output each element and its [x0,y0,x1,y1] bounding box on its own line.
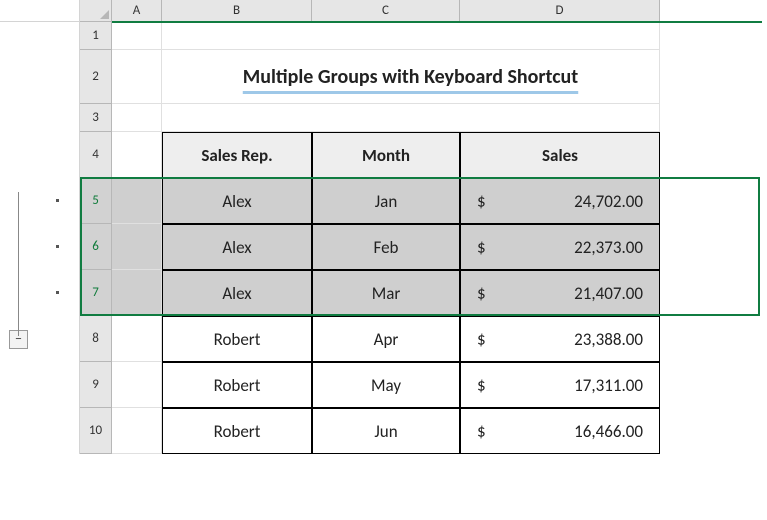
cell-month-7[interactable]: Mar [312,270,460,316]
currency-symbol: $ [477,375,486,396]
cell-month-10[interactable]: Jun [312,408,460,454]
outline-gutter [0,132,80,178]
row-1: 1 [0,22,660,50]
row-8: − 8 Robert Apr $ 23,388.00 [0,316,660,362]
row-9: 9 Robert May $ 17,311.00 [0,362,660,408]
cell-month-5[interactable]: Jan [312,178,460,224]
cell-sales-10[interactable]: $ 16,466.00 [460,408,660,454]
currency-symbol: $ [477,191,486,212]
cell-B3-D3[interactable] [162,104,660,132]
col-head-B[interactable]: B [162,0,312,22]
row-head-5[interactable]: 5 [80,178,112,224]
row-5: 5 Alex Jan $ 24,702.00 [0,178,660,224]
row-head-7[interactable]: 7 [80,270,112,316]
outline-bracket-line [18,192,19,336]
cell-month-6[interactable]: Feb [312,224,460,270]
outline-gutter [0,362,80,408]
sales-value: 21,407.00 [486,283,643,304]
th-month[interactable]: Month [312,132,460,178]
outline-gutter [0,104,80,132]
col-head-C[interactable]: C [312,0,460,22]
cell-A2[interactable] [112,50,162,104]
cell-rep-10[interactable]: Robert [162,408,312,454]
outline-dot-icon [56,199,59,202]
outline-gutter [0,178,80,224]
outline-dot-icon [56,291,59,294]
cell-A6[interactable] [112,224,162,270]
cell-sales-8[interactable]: $ 23,388.00 [460,316,660,362]
sales-value: 16,466.00 [486,421,643,442]
cell-month-8[interactable]: Apr [312,316,460,362]
cell-A7[interactable] [112,270,162,316]
sales-value: 23,388.00 [486,329,643,350]
row-head-8[interactable]: 8 [80,316,112,362]
currency-symbol: $ [477,283,486,304]
cell-sales-5[interactable]: $ 24,702.00 [460,178,660,224]
sales-value: 22,373.00 [486,237,643,258]
cell-sales-7[interactable]: $ 21,407.00 [460,270,660,316]
cell-rep-5[interactable]: Alex [162,178,312,224]
currency-symbol: $ [477,237,486,258]
row-7: 7 Alex Mar $ 21,407.00 [0,270,660,316]
cell-B1-D1[interactable] [162,22,660,50]
cell-rep-7[interactable]: Alex [162,270,312,316]
outline-gutter: − [0,316,80,362]
row-head-6[interactable]: 6 [80,224,112,270]
cell-A4[interactable] [112,132,162,178]
column-headers: A B C D [0,0,660,22]
cell-A9[interactable] [112,362,162,408]
row-6: 6 Alex Feb $ 22,373.00 [0,224,660,270]
cell-A5[interactable] [112,178,162,224]
cell-A3[interactable] [112,104,162,132]
th-sales[interactable]: Sales [460,132,660,178]
rows-area: 1 2 Multiple Groups with Keyboard Shortc… [0,22,660,454]
currency-symbol: $ [477,329,486,350]
outline-gutter [0,22,80,50]
row-head-10[interactable]: 10 [80,408,112,454]
page-title[interactable]: Multiple Groups with Keyboard Shortcut [162,50,660,104]
row-head-2[interactable]: 2 [80,50,112,104]
row-4: 4 Sales Rep. Month Sales [0,132,660,178]
row-head-1[interactable]: 1 [80,22,112,50]
th-sales-rep[interactable]: Sales Rep. [162,132,312,178]
cell-A1[interactable] [112,22,162,50]
outline-gutter [0,50,80,104]
outline-gutter [0,224,80,270]
cell-A10[interactable] [112,408,162,454]
outline-dot-icon [56,245,59,248]
cell-rep-9[interactable]: Robert [162,362,312,408]
row-head-9[interactable]: 9 [80,362,112,408]
cell-sales-9[interactable]: $ 17,311.00 [460,362,660,408]
col-head-A[interactable]: A [112,0,162,22]
outline-gutter-header [0,0,80,22]
sales-value: 24,702.00 [486,191,643,212]
col-head-D[interactable]: D [460,0,660,22]
cell-sales-6[interactable]: $ 22,373.00 [460,224,660,270]
row-head-4[interactable]: 4 [80,132,112,178]
cell-A8[interactable] [112,316,162,362]
row-3: 3 [0,104,660,132]
currency-symbol: $ [477,421,486,442]
sales-value: 17,311.00 [486,375,643,396]
outline-gutter [0,270,80,316]
cell-rep-6[interactable]: Alex [162,224,312,270]
outline-gutter [0,408,80,454]
row-10: 10 Robert Jun $ 16,466.00 [0,408,660,454]
select-all-corner[interactable] [80,0,112,22]
row-2: 2 Multiple Groups with Keyboard Shortcut [0,50,660,104]
row-head-3[interactable]: 3 [80,104,112,132]
cell-month-9[interactable]: May [312,362,460,408]
cell-rep-8[interactable]: Robert [162,316,312,362]
